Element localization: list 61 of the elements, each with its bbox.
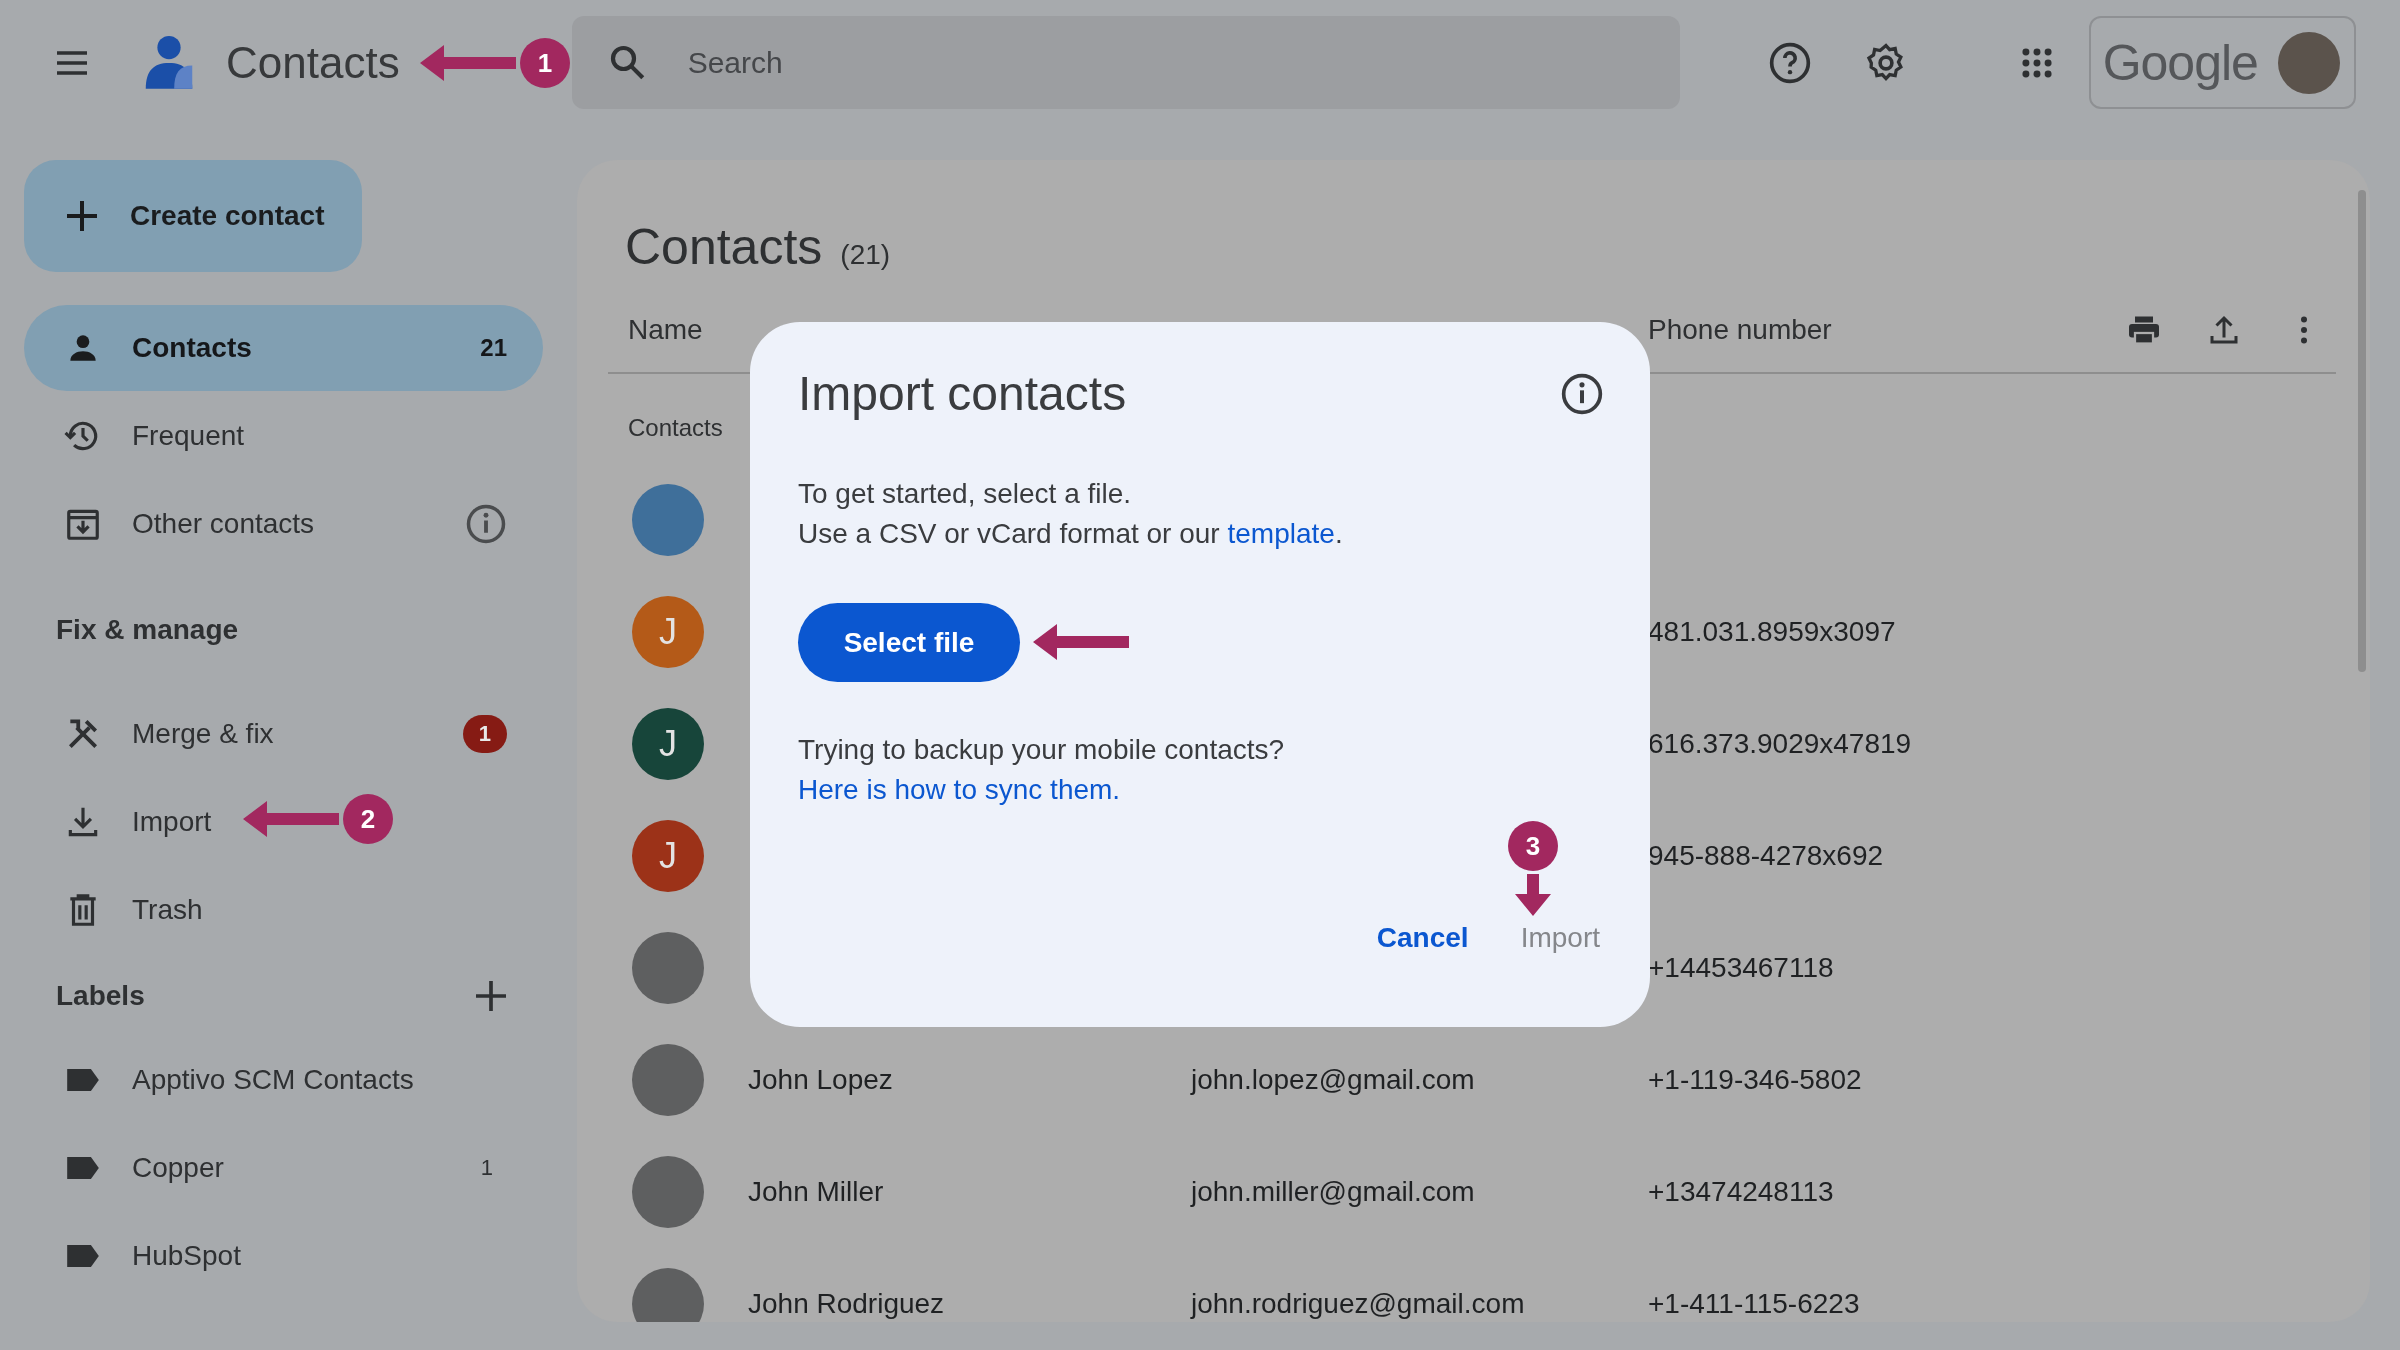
- step-number: 1: [520, 38, 570, 88]
- nav-label: Merge & fix: [132, 718, 274, 750]
- contact-name: John Rodriguez: [748, 1288, 946, 1320]
- section-heading: Fix & manage: [55, 613, 240, 647]
- contact-name: John Lopez: [748, 1064, 894, 1096]
- contact-phone: 945-888-4278x692: [1648, 840, 1884, 872]
- nav-item[interactable]: Frequent: [24, 393, 257, 479]
- contact-phone: +14453467118: [1648, 952, 1834, 984]
- label-item[interactable]: Copper 1: [24, 1125, 543, 1211]
- avatar-photo: [632, 1268, 704, 1322]
- contact-email: john.miller@gmail.com: [1191, 1176, 1476, 1208]
- dialog-text: Trying to backup your mobile contacts? Here is how to sync them.: [798, 733, 1286, 807]
- nav-item[interactable]: Import: [24, 779, 224, 865]
- sync-help-link[interactable]: Here is how to sync them.: [798, 774, 1121, 805]
- contact-email: john.lopez@gmail.com: [1191, 1064, 1476, 1096]
- nav-item[interactable]: Trash: [24, 867, 215, 953]
- contact-phone: +1-119-346-5802: [1648, 1064, 1862, 1096]
- nav-item[interactable]: Other contacts: [24, 481, 543, 567]
- template-link[interactable]: template: [1227, 518, 1335, 549]
- scrollbar[interactable]: [2358, 190, 2366, 672]
- contact-count: (21): [840, 239, 891, 271]
- nav-label: Frequent: [132, 420, 245, 452]
- count-badge: 1: [462, 715, 507, 753]
- page-title: Contacts: [625, 218, 823, 276]
- nav-item[interactable]: Contacts 21: [24, 305, 543, 391]
- label-item[interactable]: HubSpot: [24, 1213, 543, 1299]
- help-icon[interactable]: [1767, 40, 1812, 85]
- item-count: 21: [480, 334, 507, 362]
- search-field[interactable]: Search: [571, 16, 1680, 109]
- avatar-initial: J: [632, 708, 704, 780]
- item-count: 1: [480, 1155, 493, 1181]
- avatar-initial: J: [632, 596, 704, 668]
- dialog-button[interactable]: Cancel: [1370, 914, 1475, 962]
- contact-name: John Miller: [748, 1176, 885, 1208]
- brand-name: Google: [2102, 33, 2258, 92]
- nav-label: Trash: [132, 894, 203, 926]
- dialog-title: Import contacts: [798, 366, 1127, 421]
- nav-item[interactable]: Merge & fix 1: [24, 691, 543, 777]
- account-button[interactable]: Google: [2088, 16, 2356, 109]
- contact-phone: +1-411-115-6223: [1648, 1288, 1860, 1320]
- step-number: 2: [343, 794, 393, 844]
- column-header: Name: [627, 314, 704, 346]
- avatar-initial: J: [632, 820, 704, 892]
- app-title: Contacts: [226, 37, 400, 88]
- nav-label: Other contacts: [132, 508, 315, 540]
- section-label: Contacts: [628, 414, 723, 443]
- column-header: Phone number: [1648, 314, 1832, 346]
- create-contact-button[interactable]: Create contact: [24, 160, 362, 272]
- contact-phone: 481.031.8959x3097: [1648, 616, 1896, 648]
- dialog-text: To get started, select a file.: [798, 477, 1133, 511]
- info-icon[interactable]: [1560, 371, 1604, 416]
- section-heading: Labels: [56, 979, 145, 1013]
- label-item[interactable]: Apptivo SCM Contacts: [24, 1037, 543, 1123]
- contact-phone: +13474248113: [1648, 1176, 1834, 1208]
- dialog-text: Use a CSV or vCard format or our template.: [798, 517, 1344, 551]
- nav-label: Contacts: [132, 332, 252, 364]
- select-file-button[interactable]: Select file: [798, 603, 1020, 682]
- callout-arrow: [1513, 874, 1553, 916]
- nav-label: Import: [132, 806, 212, 838]
- contact-phone: 616.373.9029x47819: [1648, 728, 1912, 760]
- contact-email: john.rodriguez@gmail.com: [1191, 1288, 1526, 1320]
